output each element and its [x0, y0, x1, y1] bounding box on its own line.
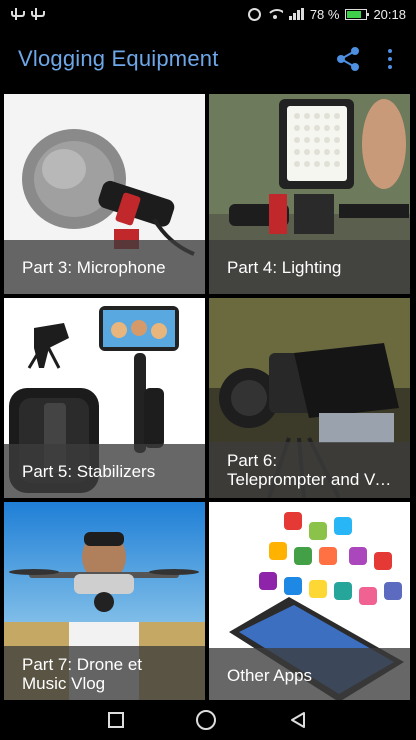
battery-fill [347, 10, 362, 18]
tile-label-line1: Part 7: Drone et [22, 655, 143, 674]
tile-other-apps[interactable]: Other Apps [209, 502, 410, 702]
status-right: 78 % 20:18 [247, 6, 406, 22]
tile-label-line1: Part 6: [227, 451, 278, 470]
tile-label-line2: Teleprompter and Voice Recorder [227, 470, 392, 489]
clock: 20:18 [373, 6, 406, 22]
more-vert-icon [388, 49, 392, 53]
usb-icon [30, 7, 45, 21]
tile-label: Part 4: Lighting [209, 240, 410, 294]
wifi-icon [266, 8, 283, 20]
battery-percent: 78 % [309, 6, 340, 22]
back-icon[interactable] [288, 710, 308, 730]
usb-icon [10, 7, 25, 21]
tile-label: Part 5: Stabilizers [4, 444, 205, 498]
tile-teleprompter[interactable]: Part 6: Teleprompter and Voice Recorder [209, 298, 410, 498]
status-bar: 78 % 20:18 [0, 0, 416, 28]
more-options-button[interactable] [382, 43, 398, 75]
recent-apps-icon[interactable] [108, 712, 124, 728]
tile-microphone[interactable]: Part 3: Microphone [4, 94, 205, 294]
tile-stabilizers[interactable]: Part 5: Stabilizers [4, 298, 205, 498]
tile-lighting[interactable]: Part 4: Lighting [209, 94, 410, 294]
alarm-icon [247, 7, 261, 21]
home-icon[interactable] [196, 710, 216, 730]
app-title: Vlogging Equipment [18, 46, 219, 71]
status-left [10, 7, 45, 21]
battery-icon [345, 8, 370, 20]
tile-label-line2: Music Vlog [22, 674, 106, 693]
tile-label: Part 7: Drone et Music Vlog [4, 646, 205, 702]
share-button[interactable] [332, 43, 364, 75]
tile-label: Part 6: Teleprompter and Voice Recorder [209, 442, 410, 498]
app-bar: Vlogging Equipment [0, 28, 416, 90]
share-icon [337, 47, 359, 71]
navigation-bar [0, 700, 416, 740]
signal-icon [288, 8, 304, 20]
tile-drone[interactable]: Part 7: Drone et Music Vlog [4, 502, 205, 702]
category-grid: Part 3: Microphone Part 4: Lighting Part… [0, 90, 416, 702]
tile-label: Other Apps [209, 648, 410, 702]
tile-label: Part 3: Microphone [4, 240, 205, 294]
